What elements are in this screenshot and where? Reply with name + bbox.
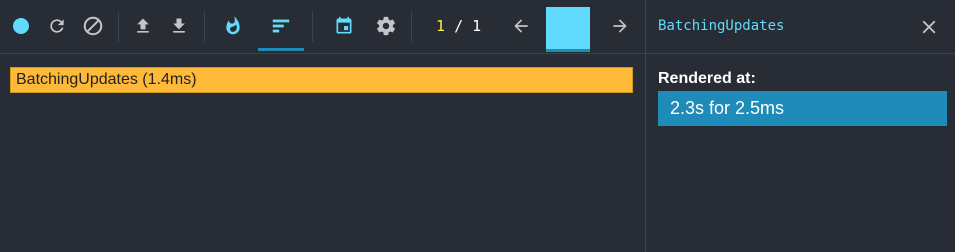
arrow-right-icon <box>613 19 627 33</box>
settings-button[interactable] <box>373 13 399 39</box>
sidebar-panel: BatchingUpdates Rendered at: 2.3s for 2.… <box>645 0 955 252</box>
profiler-app: 1 / 1 BatchingUpdates (1.4ms) BatchingUp… <box>0 0 955 252</box>
sidebar-header: BatchingUpdates <box>646 0 955 54</box>
record-dot-icon <box>13 18 29 34</box>
flame-icon <box>226 16 240 35</box>
clear-icon <box>83 16 103 36</box>
download-icon <box>173 18 185 33</box>
calendar-icon <box>336 16 352 34</box>
selected-component-name: BatchingUpdates <box>658 18 785 34</box>
record-button[interactable] <box>8 13 34 39</box>
commit-separator: / <box>454 17 464 35</box>
load-profile-button[interactable] <box>130 13 156 39</box>
ranked-icon <box>272 19 290 33</box>
commit-bar[interactable] <box>546 7 590 49</box>
reload-and-profile-button[interactable] <box>44 13 70 39</box>
rendered-at-label: Rendered at: <box>658 70 756 87</box>
tab-flamegraph[interactable] <box>220 13 246 39</box>
toolbar-separator <box>204 12 205 42</box>
close-icon <box>922 20 936 34</box>
selected-commit-indicator <box>546 49 590 52</box>
previous-commit-button[interactable] <box>508 13 534 39</box>
profiler-main-panel: 1 / 1 BatchingUpdates (1.4ms) <box>0 0 645 252</box>
arrow-left-icon <box>514 19 528 33</box>
toolbar-separator <box>118 12 119 42</box>
rendered-at-entry[interactable]: 2.3s for 2.5ms <box>658 91 947 126</box>
commit-counter: 1 / 1 <box>436 17 481 35</box>
commit-total: 1 <box>472 17 482 35</box>
tab-ranked[interactable] <box>268 13 294 39</box>
ranked-chart: BatchingUpdates (1.4ms) <box>0 55 645 252</box>
toolbar-separator <box>411 12 412 42</box>
clear-profiling-data-button[interactable] <box>80 13 106 39</box>
reload-icon <box>50 19 64 33</box>
upload-icon <box>137 18 149 33</box>
save-profile-button[interactable] <box>166 13 192 39</box>
commit-current: 1 <box>436 17 446 35</box>
toolbar-separator <box>312 12 313 42</box>
gear-icon <box>377 16 395 36</box>
ranked-bar[interactable]: BatchingUpdates (1.4ms) <box>10 67 633 93</box>
tab-timeline[interactable] <box>331 13 357 39</box>
profiler-toolbar: 1 / 1 <box>0 0 645 54</box>
next-commit-button[interactable] <box>607 13 633 39</box>
close-sidebar-button[interactable] <box>918 16 940 38</box>
selected-tab-indicator <box>258 48 304 51</box>
